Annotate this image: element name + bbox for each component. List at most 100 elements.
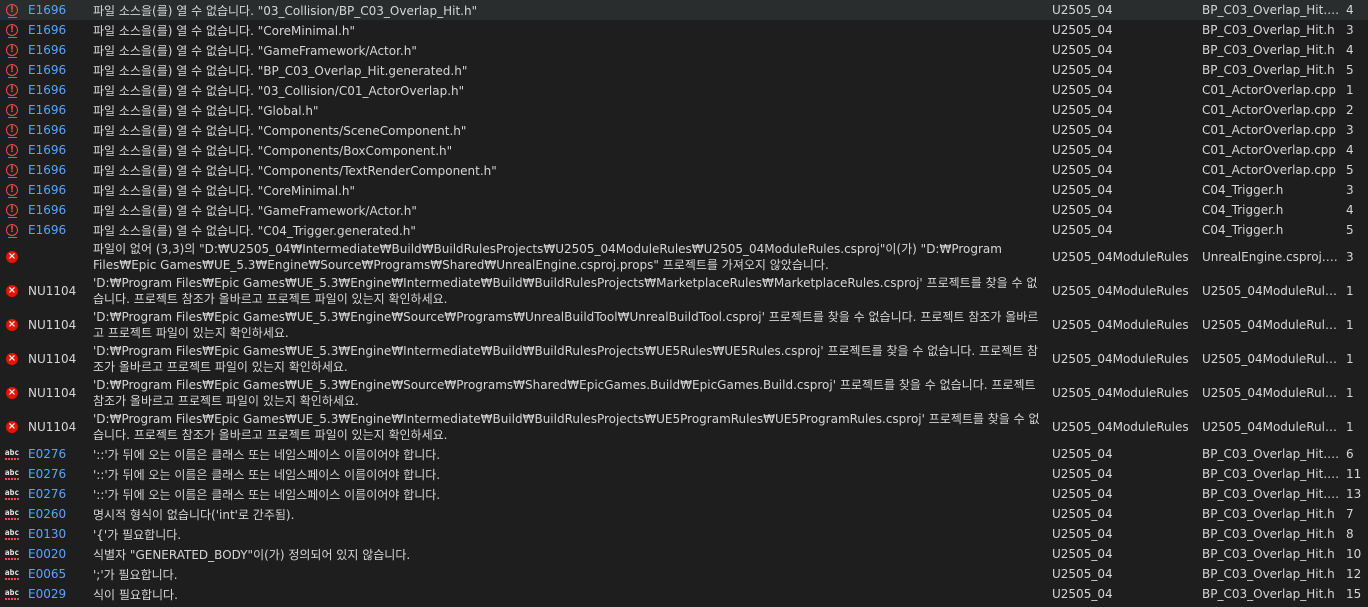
error-line-text: 1: [1346, 352, 1354, 366]
error-row[interactable]: ! E1696 파일 소스을(를) 열 수 없습니다. "Components/Te…: [0, 160, 1368, 180]
error-file: C01_ActorOverlap.cpp: [1202, 80, 1342, 100]
error-row[interactable]: abc E0276 '::'가 뒤에 오는 이름은 클래스 또는 네임스페이스 이름…: [0, 464, 1368, 484]
error-file: U2505_04ModuleRules.cs...: [1202, 308, 1342, 342]
error-code-text: E0065: [28, 567, 67, 581]
error-code-text: E0276: [28, 487, 67, 501]
error-project: U2505_04: [1052, 20, 1197, 40]
build-error-icon: ×: [6, 319, 18, 331]
error-file: BP_C03_Overlap_Hit.h: [1202, 524, 1342, 544]
error-row[interactable]: abc E0020 식별자 "GENERATED_BODY"이(가) 정의되어 있지…: [0, 544, 1368, 564]
error-line-text: 3: [1346, 250, 1354, 264]
severity-icon-cell: abc: [4, 444, 20, 464]
error-code: NU1104: [28, 274, 88, 308]
error-file-text: BP_C03_Overlap_Hit.h: [1202, 507, 1335, 521]
error-row[interactable]: ! E1696 파일 소스을(를) 열 수 없습니다. "03_Collision/…: [0, 0, 1368, 20]
error-code: E1696: [28, 220, 88, 240]
error-line: 5: [1346, 220, 1366, 240]
error-description: 파일 소스을(를) 열 수 없습니다. "BP_C03_Overlap_Hit.…: [93, 60, 1048, 80]
intellisense-error-icon: !: [6, 184, 18, 198]
error-file-text: BP_C03_Overlap_Hit.h: [1202, 587, 1335, 601]
error-code-text: E0276: [28, 447, 67, 461]
error-row[interactable]: × NU1104 'D:₩Program Files₩Epic Games₩UE_5…: [0, 308, 1368, 342]
error-row[interactable]: × NU1104 'D:₩Program Files₩Epic Games₩UE_5…: [0, 376, 1368, 410]
error-line-text: 10: [1346, 547, 1362, 561]
error-description: 'D:₩Program Files₩Epic Games₩UE_5.3₩Engi…: [93, 308, 1048, 342]
build-error-icon: ×: [6, 353, 18, 365]
error-code: E0029: [28, 584, 88, 604]
error-row[interactable]: abc E0065 ';'가 필요합니다. U2505_04 BP_C03_Overla…: [0, 564, 1368, 584]
severity-icon-cell: !: [4, 160, 20, 180]
error-file-text: C04_Trigger.h: [1202, 223, 1284, 237]
error-row[interactable]: abc E0130 '{'가 필요합니다. U2505_04 BP_C03_Overla…: [0, 524, 1368, 544]
error-file-text: C01_ActorOverlap.cpp: [1202, 143, 1337, 157]
error-code-text: E1696: [28, 163, 67, 177]
error-code: NU1104: [28, 308, 88, 342]
error-description-text: 파일 소스을(를) 열 수 없습니다. "CoreMinimal.h": [93, 183, 355, 198]
error-line-text: 11: [1346, 467, 1362, 481]
error-row[interactable]: ! E1696 파일 소스을(를) 열 수 없습니다. "Components/Sc…: [0, 120, 1368, 140]
error-row[interactable]: ! E1696 파일 소스을(를) 열 수 없습니다. "Global.h" U250…: [0, 100, 1368, 120]
error-row[interactable]: ! E1696 파일 소스을(를) 열 수 없습니다. "GameFramework…: [0, 40, 1368, 60]
error-project: U2505_04: [1052, 564, 1197, 584]
error-project: U2505_04: [1052, 484, 1197, 504]
syntax-error-icon: abc: [4, 568, 20, 580]
error-row[interactable]: abc E0276 '::'가 뒤에 오는 이름은 클래스 또는 네임스페이스 이름…: [0, 444, 1368, 464]
error-row[interactable]: abc E0029 식이 필요합니다. U2505_04 BP_C03_Overlap_…: [0, 584, 1368, 604]
error-row[interactable]: ! E1696 파일 소스을(를) 열 수 없습니다. "Components/Bo…: [0, 140, 1368, 160]
error-code: E0276: [28, 444, 88, 464]
severity-icon-cell: abc: [4, 564, 20, 584]
error-row[interactable]: ! E1696 파일 소스을(를) 열 수 없습니다. "03_Collision/…: [0, 80, 1368, 100]
error-file-text: BP_C03_Overlap_Hit.cpp: [1202, 3, 1342, 17]
error-line: 5: [1346, 160, 1366, 180]
error-description-text: 식이 필요합니다.: [93, 587, 178, 602]
error-project-text: U2505_04ModuleRules: [1052, 420, 1189, 434]
error-row[interactable]: ! E1696 파일 소스을(를) 열 수 없습니다. "C04_Trigger.g…: [0, 220, 1368, 240]
intellisense-error-icon: !: [6, 124, 18, 138]
error-file-text: U2505_04ModuleRules.cs...: [1202, 318, 1342, 332]
error-code-text: E1696: [28, 103, 67, 117]
error-description: 파일 소스을(를) 열 수 없습니다. "Components/TextRend…: [93, 160, 1048, 180]
error-project-text: U2505_04: [1052, 43, 1113, 57]
error-file-text: UnrealEngine.csproj.props: [1202, 250, 1342, 264]
error-project: U2505_04ModuleRules: [1052, 274, 1197, 308]
error-description-text: 'D:₩Program Files₩Epic Games₩UE_5.3₩Engi…: [93, 412, 1040, 442]
error-code: E0065: [28, 564, 88, 584]
error-file-text: BP_C03_Overlap_Hit.h: [1202, 43, 1335, 57]
error-code: NU1104: [28, 410, 88, 444]
error-code: E1696: [28, 20, 88, 40]
syntax-error-icon: abc: [4, 528, 20, 540]
error-row[interactable]: ! E1696 파일 소스을(를) 열 수 없습니다. "CoreMinimal.h…: [0, 20, 1368, 40]
error-row[interactable]: abc E0276 '::'가 뒤에 오는 이름은 클래스 또는 네임스페이스 이름…: [0, 484, 1368, 504]
error-line: 6: [1346, 444, 1366, 464]
error-file-text: U2505_04ModuleRules.cs...: [1202, 386, 1342, 400]
error-description: 'D:₩Program Files₩Epic Games₩UE_5.3₩Engi…: [93, 274, 1048, 308]
error-code: E1696: [28, 80, 88, 100]
error-description: 파일 소스을(를) 열 수 없습니다. "CoreMinimal.h": [93, 180, 1048, 200]
error-row[interactable]: abc E0260 명시적 형식이 없습니다('int'로 간주됨). U2505_0…: [0, 504, 1368, 524]
error-description: 'D:₩Program Files₩Epic Games₩UE_5.3₩Engi…: [93, 376, 1048, 410]
error-code-text: NU1104: [28, 420, 77, 434]
error-description-text: '::'가 뒤에 오는 이름은 클래스 또는 네임스페이스 이름이어야 합니다.: [93, 447, 441, 462]
error-file: C01_ActorOverlap.cpp: [1202, 160, 1342, 180]
intellisense-error-icon: !: [6, 64, 18, 78]
build-error-icon: ×: [6, 251, 18, 263]
severity-icon-cell: !: [4, 80, 20, 100]
error-row[interactable]: × 파일이 없어 (3,3)의 "D:₩U2505_04₩Intermediate…: [0, 240, 1368, 274]
error-file-text: C01_ActorOverlap.cpp: [1202, 103, 1337, 117]
error-row[interactable]: ! E1696 파일 소스을(를) 열 수 없습니다. "BP_C03_Overla…: [0, 60, 1368, 80]
intellisense-error-icon: !: [6, 104, 18, 118]
error-row[interactable]: ! E1696 파일 소스을(를) 열 수 없습니다. "CoreMinimal.h…: [0, 180, 1368, 200]
error-project-text: U2505_04: [1052, 527, 1113, 541]
error-project-text: U2505_04ModuleRules: [1052, 352, 1189, 366]
error-row[interactable]: × NU1104 'D:₩Program Files₩Epic Games₩UE_5…: [0, 410, 1368, 444]
severity-icon-cell: !: [4, 140, 20, 160]
error-code-text: E1696: [28, 63, 67, 77]
error-code-text: E0260: [28, 507, 67, 521]
error-description-text: 파일 소스을(를) 열 수 없습니다. "GameFramework/Actor…: [93, 43, 417, 58]
error-row[interactable]: × NU1104 'D:₩Program Files₩Epic Games₩UE_5…: [0, 342, 1368, 376]
error-file: BP_C03_Overlap_Hit.h: [1202, 40, 1342, 60]
error-row[interactable]: ! E1696 파일 소스을(를) 열 수 없습니다. "GameFramework…: [0, 200, 1368, 220]
error-row[interactable]: × NU1104 'D:₩Program Files₩Epic Games₩UE_5…: [0, 274, 1368, 308]
intellisense-error-icon: !: [6, 224, 18, 238]
error-code: E1696: [28, 140, 88, 160]
